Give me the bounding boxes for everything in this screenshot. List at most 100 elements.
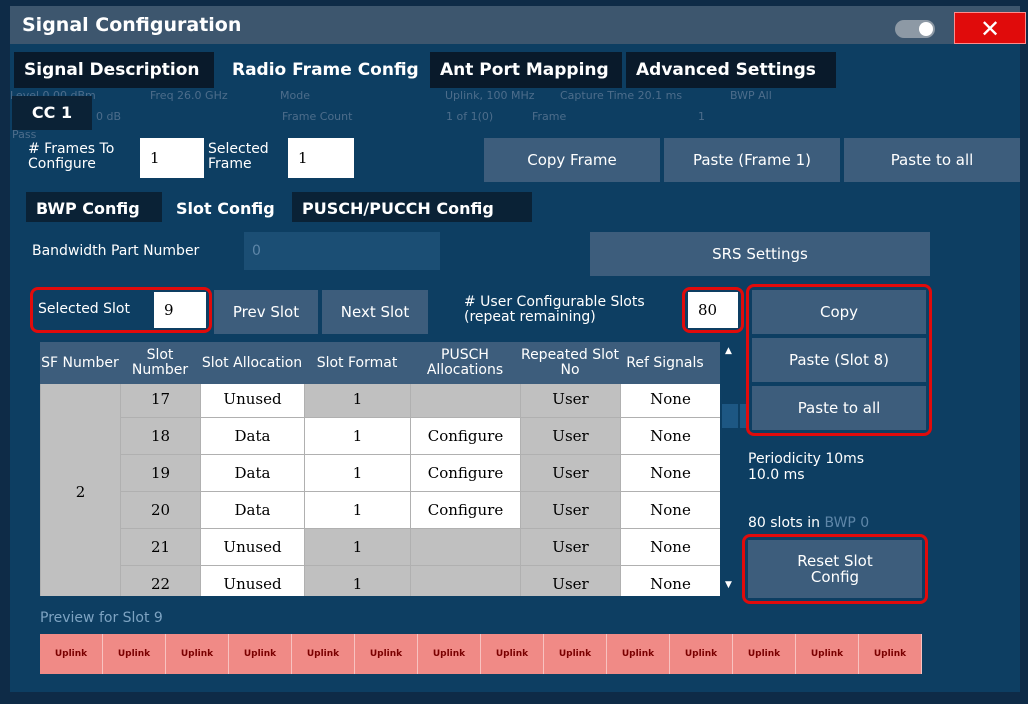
preview-cell: Uplink (796, 634, 859, 674)
sf-number-cell: 2 (40, 384, 121, 596)
pusch-allocations-cell[interactable]: Configure (410, 417, 521, 455)
tab-advanced-settings[interactable]: Advanced Settings (626, 52, 836, 88)
repeated-slot-cell: User (520, 384, 621, 418)
selected-frame-label: Selected Frame (208, 141, 269, 172)
preview-cell: Uplink (481, 634, 544, 674)
preview-cell: Uplink (40, 634, 103, 674)
selected-slot-input[interactable]: 9 (154, 292, 206, 328)
prev-slot-button[interactable]: Prev Slot (214, 290, 318, 334)
ref-signals-cell[interactable]: None (620, 491, 720, 529)
slot-format-cell: 1 (304, 565, 411, 596)
repeated-slot-cell: User (520, 417, 621, 455)
next-slot-button[interactable]: Next Slot (322, 290, 428, 334)
close-button[interactable]: ✕ (954, 12, 1026, 44)
slot-allocation-cell[interactable]: Unused (200, 565, 305, 596)
preview-cell: Uplink (544, 634, 607, 674)
preview-cell: Uplink (607, 634, 670, 674)
slot-allocation-cell[interactable]: Data (200, 454, 305, 492)
ref-signals-cell[interactable]: None (620, 565, 720, 596)
col-slot-number: Slot Number (131, 347, 189, 378)
preview-cell: Uplink (733, 634, 796, 674)
periodicity-value: 10.0 ms (748, 467, 805, 483)
bg-att: 0 dB (96, 110, 122, 123)
slot-allocation-cell[interactable]: Unused (200, 528, 305, 566)
slot-number-cell: 17 (120, 384, 201, 418)
paste-slot-to-all-button[interactable]: Paste to all (752, 386, 926, 430)
slot-number-cell: 20 (120, 491, 201, 529)
preview-cell: Uplink (166, 634, 229, 674)
slot-allocation-cell[interactable]: Data (200, 417, 305, 455)
ref-signals-cell[interactable]: None (620, 528, 720, 566)
periodicity-label: Periodicity 10ms (748, 451, 865, 467)
bwp-number-label: Bandwidth Part Number (32, 243, 200, 259)
paste-frame-to-all-button[interactable]: Paste to all (844, 138, 1020, 182)
slot-format-cell: 1 (304, 528, 411, 566)
bg-capture: Capture Time 20.1 ms (560, 89, 683, 102)
slot-table-header: SF Number Slot Number Slot Allocation Sl… (40, 342, 720, 384)
table-row[interactable]: 20 Data 1 Configure User None (41, 491, 720, 529)
pusch-allocations-cell (410, 528, 521, 566)
toggle-icon[interactable] (895, 20, 935, 38)
table-row[interactable]: 21 Unused 1 User None (41, 528, 720, 566)
frames-to-configure-input[interactable]: 1 (140, 138, 204, 178)
col-repeated-slot-no: Repeated Slot No (520, 347, 620, 378)
slot-number-cell: 18 (120, 417, 201, 455)
scroll-down-icon[interactable]: ▼ (725, 580, 732, 590)
slots-bwp-label: BWP 0 (824, 515, 870, 531)
slot-table: 2 17 Unused 1 User None 18 Data 1 Config… (40, 384, 720, 596)
ref-signals-cell[interactable]: None (620, 384, 720, 418)
slot-format-cell[interactable]: 1 (304, 454, 411, 492)
scroll-up-icon[interactable]: ▲ (725, 346, 732, 356)
slot-preview-bar: Uplink Uplink Uplink Uplink Uplink Uplin… (40, 634, 922, 674)
tab-pusch-pucch-config[interactable]: PUSCH/PUCCH Config (292, 192, 532, 226)
table-row[interactable]: 18 Data 1 Configure User None (41, 417, 720, 455)
bg-frame: Frame (532, 110, 567, 123)
preview-cell: Uplink (229, 634, 292, 674)
slot-format-cell[interactable]: 1 (304, 417, 411, 455)
tab-ant-port-mapping[interactable]: Ant Port Mapping (430, 52, 622, 88)
col-pusch-allocations: PUSCH Allocations (426, 347, 504, 378)
slots-in-label: 80 slots in (748, 515, 821, 531)
bg-frame-value: 1 (698, 110, 705, 123)
paste-frame-button[interactable]: Paste (Frame 1) (664, 138, 840, 182)
ref-signals-cell[interactable]: None (620, 454, 720, 492)
slot-allocation-cell[interactable]: Data (200, 491, 305, 529)
repeated-slot-cell: User (520, 491, 621, 529)
frames-to-configure-label: # Frames To Configure (28, 141, 115, 172)
selected-frame-input[interactable]: 1 (288, 138, 354, 178)
slot-allocation-cell[interactable]: Unused (200, 384, 305, 418)
ref-signals-cell[interactable]: None (620, 417, 720, 455)
repeated-slot-cell: User (520, 454, 621, 492)
bwp-number-input: 0 (244, 232, 440, 270)
tab-cc1[interactable]: CC 1 (12, 96, 92, 130)
preview-cell: Uplink (670, 634, 733, 674)
tab-radio-frame-config[interactable]: Radio Frame Config (222, 52, 426, 88)
table-row[interactable]: 22 Unused 1 User None (41, 565, 720, 596)
copy-frame-button[interactable]: Copy Frame (484, 138, 660, 182)
scroll-thumb[interactable] (722, 404, 738, 428)
copy-slot-button[interactable]: Copy (752, 290, 926, 334)
col-slot-allocation: Slot Allocation (201, 354, 303, 371)
table-row[interactable]: 19 Data 1 Configure User None (41, 454, 720, 492)
srs-settings-button[interactable]: SRS Settings (590, 232, 930, 276)
tab-slot-config[interactable]: Slot Config (166, 192, 288, 226)
user-configurable-slots-label: # User Configurable Slots (repeat remain… (464, 294, 645, 325)
pusch-allocations-cell[interactable]: Configure (410, 454, 521, 492)
col-slot-format: Slot Format (316, 354, 398, 371)
bg-bwp: BWP All (730, 89, 772, 102)
preview-cell: Uplink (418, 634, 481, 674)
pusch-allocations-cell[interactable]: Configure (410, 491, 521, 529)
reset-slot-config-button[interactable]: Reset Slot Config (748, 540, 922, 598)
slot-format-cell[interactable]: 1 (304, 491, 411, 529)
preview-cell: Uplink (859, 634, 922, 674)
selected-slot-label: Selected Slot (38, 301, 130, 317)
paste-slot-button[interactable]: Paste (Slot 8) (752, 338, 926, 382)
tab-bwp-config[interactable]: BWP Config (26, 192, 162, 226)
tab-signal-description[interactable]: Signal Description (14, 52, 214, 88)
user-configurable-slots-input[interactable]: 80 (688, 292, 738, 328)
col-ref-signals: Ref Signals (626, 354, 704, 371)
table-scrollbar[interactable]: ▲ ▼ (720, 342, 740, 596)
bg-mode: Mode (280, 89, 310, 102)
preview-label: Preview for Slot 9 (40, 610, 163, 626)
table-row[interactable]: 2 17 Unused 1 User None (40, 384, 720, 596)
